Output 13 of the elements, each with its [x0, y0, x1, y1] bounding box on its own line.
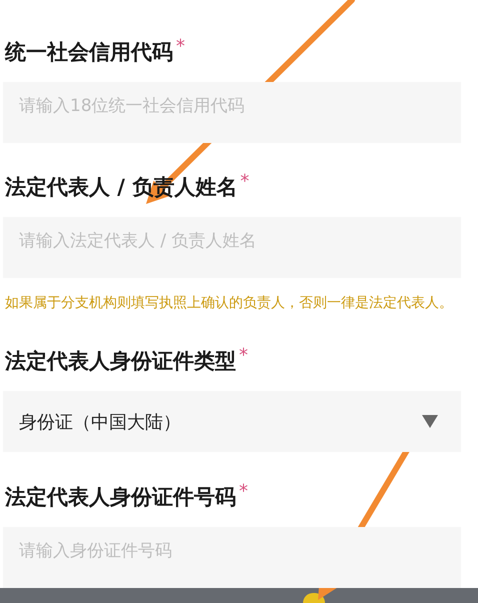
- field-label: 统一社会信用代码: [5, 39, 173, 66]
- hint-text: 如果属于分支机构则填写执照上确认的负责人，否则一律是法定代表人。: [5, 294, 454, 313]
- required-mark: *: [176, 37, 185, 57]
- input-field[interactable]: 请输入身份证件号码: [3, 527, 461, 588]
- required-mark: *: [239, 346, 248, 366]
- field-label: 法定代表人身份证件号码: [5, 484, 236, 511]
- input-field[interactable]: 请输入法定代表人 / 负责人姓名: [3, 217, 461, 278]
- input-field[interactable]: 请输入18位统一社会信用代码: [3, 82, 461, 143]
- dropdown-field[interactable]: 身份证（中国大陆）: [3, 391, 461, 452]
- required-mark: *: [239, 482, 248, 502]
- field-label: 法定代表人身份证件类型: [5, 348, 236, 375]
- required-mark: *: [240, 172, 250, 192]
- caret-icon: [422, 415, 438, 428]
